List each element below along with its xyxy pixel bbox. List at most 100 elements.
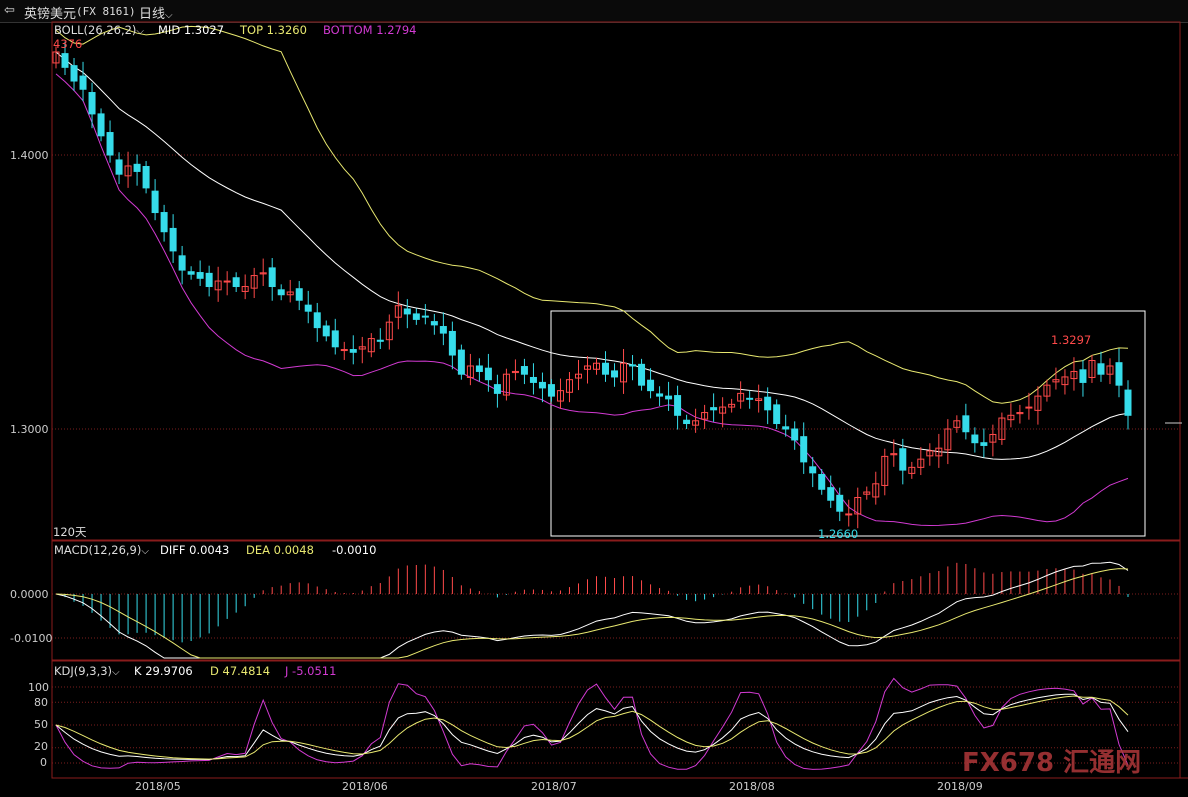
candle-body [376, 339, 384, 342]
candle-body [809, 466, 817, 474]
y-axis-label: 1.4000 [10, 149, 49, 162]
candle-body [151, 190, 159, 214]
candle-body [962, 415, 970, 433]
candle-body [529, 376, 537, 383]
candle-body [421, 315, 429, 318]
kdj-axis-label: 0 [40, 756, 47, 769]
candle-body [439, 326, 447, 334]
macd-indicator-label[interactable]: MACD(12,26,9)⌵ [54, 543, 149, 557]
candle-body [475, 365, 483, 372]
candle-body [412, 313, 420, 320]
candle-body [827, 487, 835, 501]
candle-body [331, 330, 339, 348]
boll-indicator-label[interactable]: BOLL(26,26,2)⌵ [54, 23, 144, 37]
candle-body [61, 53, 69, 68]
candle-body [160, 212, 168, 233]
candle-body [971, 434, 979, 444]
candle-body [484, 367, 492, 381]
candle-body [1097, 363, 1105, 375]
macd-dea-value: DEA 0.0048 [246, 543, 314, 557]
candle-body [845, 513, 853, 516]
candle-body [88, 92, 96, 115]
candle-body [836, 494, 844, 512]
candle-body [773, 404, 781, 425]
chevron-down-icon: ⌵ [112, 667, 120, 678]
candle-body [638, 363, 646, 386]
candle-body [277, 289, 285, 296]
kdj-axis-label: 20 [34, 740, 48, 753]
candle-body [457, 349, 465, 375]
candle-body [187, 271, 195, 275]
candle-body [295, 288, 303, 301]
candle-body [268, 267, 276, 288]
chevron-down-icon: ⌵ [136, 26, 145, 37]
candle-body [629, 364, 637, 367]
candle-body [106, 132, 114, 156]
x-axis-label: 2018/05 [135, 780, 181, 793]
candle-body [1124, 389, 1132, 416]
candle-body [223, 280, 231, 283]
candle-body [538, 381, 546, 389]
watermark-logo: FX678 汇通网 [962, 748, 1142, 778]
kdj-k-value: K 29.9706 [134, 664, 193, 678]
y-axis-label: 1.3000 [10, 423, 49, 436]
boll-mid-line [55, 51, 1129, 460]
boll-bottom-line [55, 73, 1129, 527]
macd-dea-line [55, 568, 1129, 659]
candle-body [403, 308, 411, 315]
annotation-recent-high: 1.3297 [1051, 333, 1092, 347]
candle-body [800, 436, 808, 463]
candle-body [656, 393, 664, 397]
candle-body [611, 370, 619, 378]
range-label: 120天 [53, 525, 87, 539]
kdj-axis-label: 80 [34, 696, 48, 709]
kdj-indicator-label[interactable]: KDJ(9,3,3)⌵ [54, 664, 120, 678]
candle-body [70, 65, 78, 82]
candle-body [232, 277, 240, 288]
candle-body [196, 272, 204, 279]
candle-body [764, 396, 772, 411]
kdj-d-value: D 47.4814 [210, 664, 271, 678]
candle-body [602, 362, 610, 375]
candle-body [178, 255, 186, 271]
candle-body [1079, 369, 1087, 383]
candle-body [115, 159, 123, 175]
candle-body [899, 448, 907, 471]
candle-body [683, 419, 691, 425]
boll-mid-value: MID 1.3027 [158, 23, 225, 37]
boll-top-value: TOP 1.3260 [240, 23, 307, 37]
x-axis-label: 2018/06 [342, 780, 388, 793]
candle-body [97, 113, 105, 137]
kdj-axis-label: 50 [34, 718, 48, 731]
x-axis-label: 2018/08 [729, 780, 775, 793]
macd-diff-line [55, 561, 1129, 659]
candle-body [430, 321, 438, 326]
candle-body [79, 75, 87, 90]
boll-top-line [55, 25, 1129, 404]
x-axis-label: 2018/07 [531, 780, 577, 793]
kdj-axis-label: 100 [28, 681, 49, 694]
candle-body [205, 272, 213, 288]
candle-body [980, 442, 988, 446]
candle-body [340, 349, 348, 352]
candle-body [1025, 406, 1033, 409]
candle-body [133, 163, 141, 172]
x-axis-label: 2018/09 [937, 780, 983, 793]
candle-body [665, 395, 673, 400]
macd-value: -0.0010 [332, 543, 377, 557]
candle-body [791, 428, 799, 441]
macd-axis-label: 0.0000 [10, 588, 49, 601]
annotation-low: 1.2660 [818, 527, 859, 541]
candle-body [520, 366, 528, 375]
boll-bottom-value: BOTTOM 1.2794 [323, 23, 417, 37]
panel-frame [51, 540, 1181, 661]
candle-body [647, 379, 655, 392]
candle-body [169, 227, 177, 252]
candle-body [322, 325, 330, 337]
annotation-high-left: 4376 [53, 37, 83, 51]
candle-body [818, 473, 826, 490]
candle-body [782, 426, 790, 430]
kdj-j-value: J -5.0511 [285, 664, 337, 678]
candle-body [142, 166, 150, 189]
candle-body [304, 304, 312, 312]
